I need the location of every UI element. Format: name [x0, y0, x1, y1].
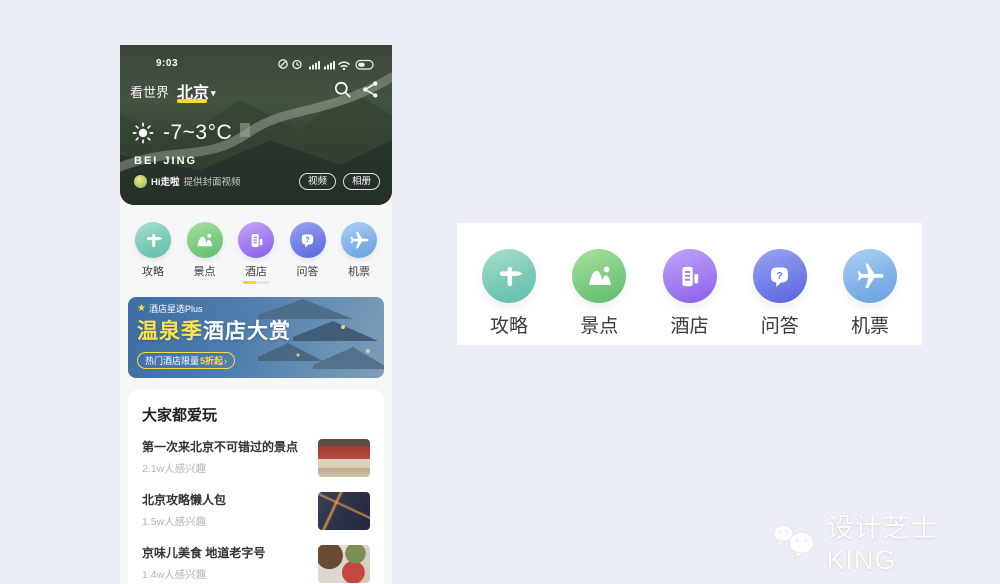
list-item-thumbnail: [318, 439, 370, 477]
signal-icon: [309, 61, 320, 70]
chevron-right-icon: ›: [224, 355, 227, 367]
popular-section: 大家都爱玩 第一次来北京不可错过的景点 2.1w人感兴趣 北京攻略懒人包 1.5…: [128, 389, 384, 584]
status-icons: [277, 58, 377, 70]
wechat-logo-icon: [772, 520, 822, 562]
signpost-icon: [482, 249, 536, 303]
list-item-meta: 2.1w人感兴趣: [142, 461, 308, 476]
promo-banner[interactable]: ★ 酒店星选Plus 温泉季酒店大赏 热门酒店限量5折起›: [128, 297, 384, 378]
nav-item-flight[interactable]: 机票: [338, 222, 380, 279]
list-item-thumbnail: [318, 492, 370, 530]
list-item[interactable]: 北京攻略懒人包 1.5w人感兴趣: [142, 484, 370, 537]
nav-item-hotel[interactable]: 酒店: [235, 222, 277, 279]
section-title: 大家都爱玩: [142, 404, 370, 425]
watermark-text: 设计芝士KING: [827, 506, 1000, 576]
nav-page-indicator: [243, 281, 269, 284]
weather: -7~3°C: [132, 121, 232, 145]
avatar: [134, 175, 147, 188]
nav-item-hotel-large[interactable]: 酒店: [660, 249, 720, 345]
list-item-thumbnail: [318, 545, 370, 583]
nav-item-qa-large[interactable]: ? 问答: [750, 249, 810, 345]
sun-icon: [132, 122, 154, 144]
city-tab-underline: [177, 99, 207, 103]
battery-icon: [356, 61, 373, 70]
banner-title-rest: 酒店大赏: [203, 320, 291, 343]
banner-pill-highlight: 5折起: [200, 355, 223, 367]
chevron-down-icon: ▾: [211, 88, 216, 98]
search-icon[interactable]: [333, 80, 352, 99]
plane-icon: [843, 249, 897, 303]
video-button[interactable]: 视频: [299, 173, 336, 190]
nav-item-scenic-large[interactable]: 景点: [569, 249, 629, 345]
phone-screenshot: 9:03: [120, 45, 392, 584]
city-english-name: BEI JING: [134, 155, 197, 167]
hotel-building-icon: [663, 249, 717, 303]
nav-item-guide-large[interactable]: 攻略: [479, 249, 539, 345]
nav-item-guide[interactable]: 攻略: [132, 222, 174, 279]
hero-cover: 9:03: [120, 45, 392, 205]
nav-item-scenic[interactable]: 景点: [184, 222, 226, 279]
svg-text:?: ?: [777, 270, 783, 281]
album-button[interactable]: 相册: [343, 173, 380, 190]
list-item-title: 北京攻略懒人包: [142, 493, 308, 508]
signal-icon-2: [324, 61, 335, 70]
banner-title: 温泉季酒店大赏: [137, 315, 291, 345]
watermark: 设计芝士KING: [772, 506, 1000, 576]
wifi-icon: [339, 62, 350, 70]
nav-item-flight-large[interactable]: 机票: [840, 249, 900, 345]
mountain-photo-icon: [572, 249, 626, 303]
plane-icon: [341, 222, 377, 258]
tab-see-world[interactable]: 看世界: [130, 82, 169, 101]
list-item[interactable]: 京味儿美食 地道老字号 1.4w人感兴趣: [142, 537, 370, 584]
nav-page-indicator-active: [243, 281, 256, 284]
svg-text:?: ?: [305, 237, 309, 244]
banner-badge: ★ 酒店星选Plus: [137, 302, 202, 315]
share-icon[interactable]: [361, 80, 380, 99]
signpost-icon: [135, 222, 171, 258]
question-bubble-icon: ?: [753, 249, 807, 303]
star-icon: ★: [137, 303, 146, 314]
temperature: -7~3°C: [163, 121, 232, 145]
icon-detail-panel: 攻略 景点 酒店 ? 问答 机票: [457, 223, 922, 345]
hero-header: 看世界 北京▾: [130, 78, 380, 102]
hotel-building-icon: [238, 222, 274, 258]
nav-item-qa[interactable]: ? 问答: [287, 222, 329, 279]
banner-pill-text: 热门酒店限量: [145, 355, 199, 367]
list-item-title: 第一次来北京不可错过的景点: [142, 440, 308, 455]
credit-note: 提供封面视频: [184, 174, 241, 188]
list-item-meta: 1.4w人感兴趣: [142, 567, 308, 582]
status-time: 9:03: [156, 58, 178, 69]
mountain-photo-icon: [187, 222, 223, 258]
list-item[interactable]: 第一次来北京不可错过的景点 2.1w人感兴趣: [142, 431, 370, 484]
list-item-meta: 1.5w人感兴趣: [142, 514, 308, 529]
credit-provider: Hi走啦: [151, 174, 180, 188]
status-bar: 9:03: [120, 58, 392, 70]
quick-nav-row: 攻略 景点 酒店 ? 问答 机票: [132, 222, 380, 279]
question-bubble-icon: ?: [290, 222, 326, 258]
banner-title-highlight: 温泉季: [137, 320, 203, 343]
banner-cta-pill[interactable]: 热门酒店限量5折起›: [137, 352, 235, 369]
banner-badge-label: 酒店星选Plus: [149, 302, 203, 315]
list-item-title: 京味儿美食 地道老字号: [142, 546, 308, 561]
cover-credit: Hi走啦 提供封面视频: [134, 174, 241, 188]
